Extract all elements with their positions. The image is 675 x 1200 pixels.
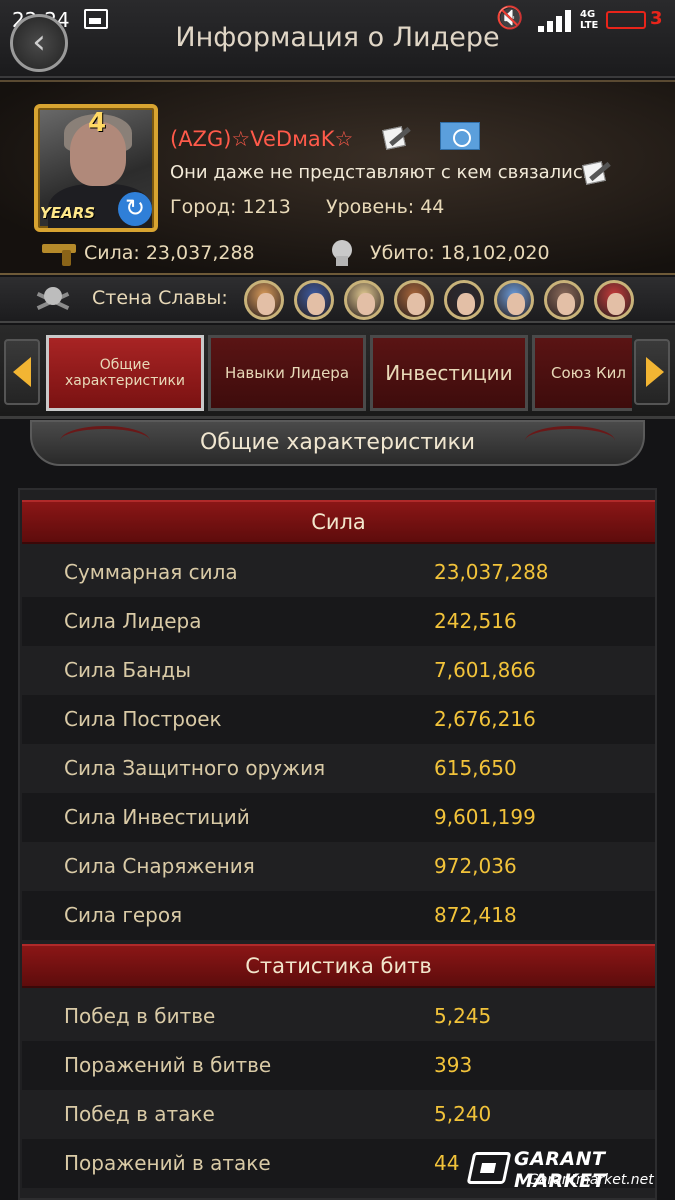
- stat-value: 44: [434, 1151, 460, 1175]
- tabs-container: Общие характеристики Навыки Лидера Инвес…: [44, 335, 632, 411]
- stat-label: Сила Банды: [64, 658, 192, 682]
- stat-value: 5,240: [434, 1102, 492, 1126]
- leader-avatar[interactable]: 4 YEARS ↻: [34, 104, 158, 232]
- gun-icon: [38, 240, 78, 266]
- fame-avatar[interactable]: [494, 280, 534, 320]
- un-flag-icon[interactable]: [440, 122, 480, 150]
- anniversary-years-label: YEARS: [40, 204, 96, 222]
- skull-crossbones-icon: [36, 283, 70, 317]
- fame-avatar-face: [257, 293, 275, 315]
- fame-avatar[interactable]: [294, 280, 334, 320]
- stat-row: Сила Инвестиций 9,601,199: [22, 793, 655, 842]
- change-avatar-icon[interactable]: ↻: [118, 192, 152, 226]
- city-label: Город: 1213: [170, 196, 291, 218]
- stat-value: 242,516: [434, 609, 517, 633]
- leader-motto: Они даже не представляют с кем связались…: [170, 162, 601, 183]
- stat-value: 2,676,216: [434, 707, 536, 731]
- fame-avatar[interactable]: [444, 280, 484, 320]
- tab-scroll-left-button[interactable]: [4, 339, 40, 405]
- stat-label: Сила Защитного оружия: [64, 756, 326, 780]
- leader-name: (AZG)☆VeDмaK☆: [170, 127, 354, 151]
- anniversary-number: 4: [88, 108, 107, 138]
- wall-of-fame-label: Стена Славы:: [92, 287, 228, 309]
- stat-row: Сила Построек 2,676,216: [22, 695, 655, 744]
- stat-value: 615,650: [434, 756, 517, 780]
- stat-value: 9,601,199: [434, 805, 536, 829]
- stat-value: 23,037,288: [434, 560, 549, 584]
- kills-label: Убито: 18,102,020: [370, 242, 550, 264]
- tab-alliance[interactable]: Союз Кил: [532, 335, 632, 411]
- fame-avatar-face: [357, 293, 375, 315]
- fame-avatar-face: [307, 293, 325, 315]
- skull-icon: [326, 238, 358, 270]
- stat-row: Сила Защитного оружия 615,650: [22, 744, 655, 793]
- fame-avatar[interactable]: [394, 280, 434, 320]
- fame-avatar-face: [507, 293, 525, 315]
- stat-label: Сила Построек: [64, 707, 222, 731]
- stat-label: Суммарная сила: [64, 560, 238, 584]
- stat-row: Суммарная сила 23,037,288: [22, 548, 655, 597]
- stats-group-header: Сила: [22, 500, 655, 544]
- tab-investments[interactable]: Инвестиции: [370, 335, 528, 411]
- stat-row: Сила героя 872,418: [22, 891, 655, 940]
- stat-label: Сила Инвестиций: [64, 805, 250, 829]
- stat-value: 393: [434, 1053, 473, 1077]
- stat-label: Сила героя: [64, 903, 183, 927]
- stat-label: Поражений в битве: [64, 1053, 272, 1077]
- page-title: Информация о Лидере: [175, 22, 500, 53]
- top-bar: 22:24 🔇 4GLTE 3 ‹ Информация о Лидере: [0, 0, 675, 78]
- stat-label: Сила Лидера: [64, 609, 202, 633]
- edit-name-icon[interactable]: [380, 122, 411, 152]
- watermark-logo-icon: [466, 1152, 512, 1184]
- stat-row: Поражений в битве 393: [22, 1041, 655, 1090]
- stat-label: Побед в атаке: [64, 1102, 215, 1126]
- tab-scroll-right-button[interactable]: [634, 339, 670, 405]
- fame-avatar-face: [607, 293, 625, 315]
- stat-label: Сила Снаряжения: [64, 854, 255, 878]
- fame-avatar-face: [407, 293, 425, 315]
- stat-value: 7,601,866: [434, 658, 536, 682]
- stats-panel[interactable]: Сила Суммарная сила 23,037,288 Сила Лидера 2…: [18, 488, 657, 1200]
- section-header: Общие характеристики: [30, 420, 645, 466]
- fame-avatar[interactable]: [344, 280, 384, 320]
- tab-leader-skills[interactable]: Навыки Лидера: [208, 335, 366, 411]
- fame-avatar-face: [557, 293, 575, 315]
- wall-of-fame: Стена Славы:: [0, 277, 675, 323]
- stat-row: Сила Лидера 242,516: [22, 597, 655, 646]
- stat-value: 872,418: [434, 903, 517, 927]
- stat-value: 5,245: [434, 1004, 492, 1028]
- tab-general-stats[interactable]: Общие характеристики: [46, 335, 204, 411]
- stats-group-header: Статистика битв: [22, 944, 655, 988]
- stat-label: Побед в битве: [64, 1004, 216, 1028]
- stat-label: Поражений в атаке: [64, 1151, 271, 1175]
- fame-avatar-face: [457, 293, 475, 315]
- power-label: Сила: 23,037,288: [84, 242, 255, 264]
- section-title: Общие характеристики: [199, 430, 476, 455]
- fame-avatar[interactable]: [544, 280, 584, 320]
- fame-avatar[interactable]: [594, 280, 634, 320]
- watermark-url: Garantmarket.net: [528, 1172, 654, 1188]
- level-label: Уровень: 44: [326, 196, 445, 218]
- stat-row: Сила Снаряжения 972,036: [22, 842, 655, 891]
- stat-value: 972,036: [434, 854, 517, 878]
- stat-row: Сила Банды 7,601,866: [22, 646, 655, 695]
- fame-avatar[interactable]: [244, 280, 284, 320]
- stat-row: Побед в битве 5,245: [22, 992, 655, 1041]
- stat-row: Побед в атаке 5,240: [22, 1090, 655, 1139]
- watermark: GARANT MARKET Garantmarket.net: [466, 1146, 670, 1192]
- tab-bar: Общие характеристики Навыки Лидера Инвес…: [0, 325, 675, 419]
- edit-motto-icon[interactable]: [580, 157, 611, 187]
